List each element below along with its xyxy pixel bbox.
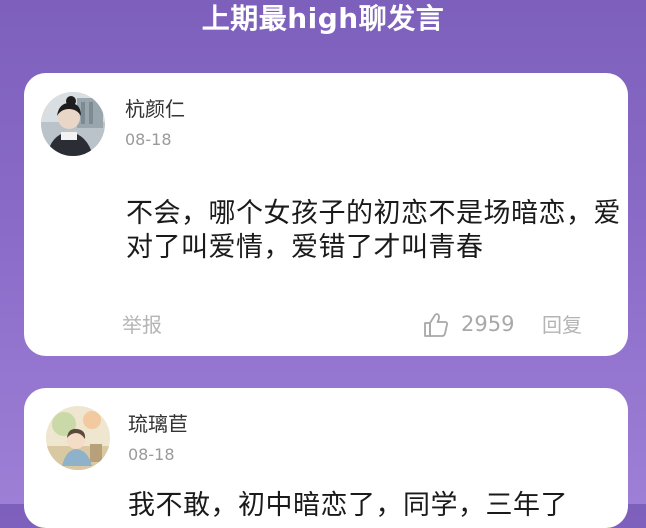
- comment-date: 08-18: [125, 130, 172, 149]
- thumbs-up-icon[interactable]: [422, 311, 450, 339]
- avatar[interactable]: [46, 406, 110, 470]
- like-count: 2959: [461, 312, 515, 336]
- comment-card: 琉璃苣 08-18 我不敢，初中暗恋了，同学，三年了: [24, 388, 628, 528]
- comment-card: 杭颜仁 08-18 不会，哪个女孩子的初恋不是场暗恋，爱对了叫爱情，爱错了才叫青…: [24, 73, 628, 356]
- comment-date: 08-18: [128, 445, 175, 464]
- username[interactable]: 琉璃苣: [128, 412, 188, 436]
- reply-button[interactable]: 回复: [542, 313, 582, 337]
- user-avatar-image: [41, 92, 105, 156]
- avatar[interactable]: [41, 92, 105, 156]
- report-button[interactable]: 举报: [122, 313, 162, 337]
- username[interactable]: 杭颜仁: [125, 97, 185, 121]
- page-title: 上期最high聊发言: [201, 2, 445, 35]
- comment-text: 不会，哪个女孩子的初恋不是场暗恋，爱对了叫爱情，爱错了才叫青春: [126, 198, 621, 263]
- user-avatar-image: [46, 406, 110, 470]
- comment-text: 我不敢，初中暗恋了，同学，三年了: [128, 490, 568, 521]
